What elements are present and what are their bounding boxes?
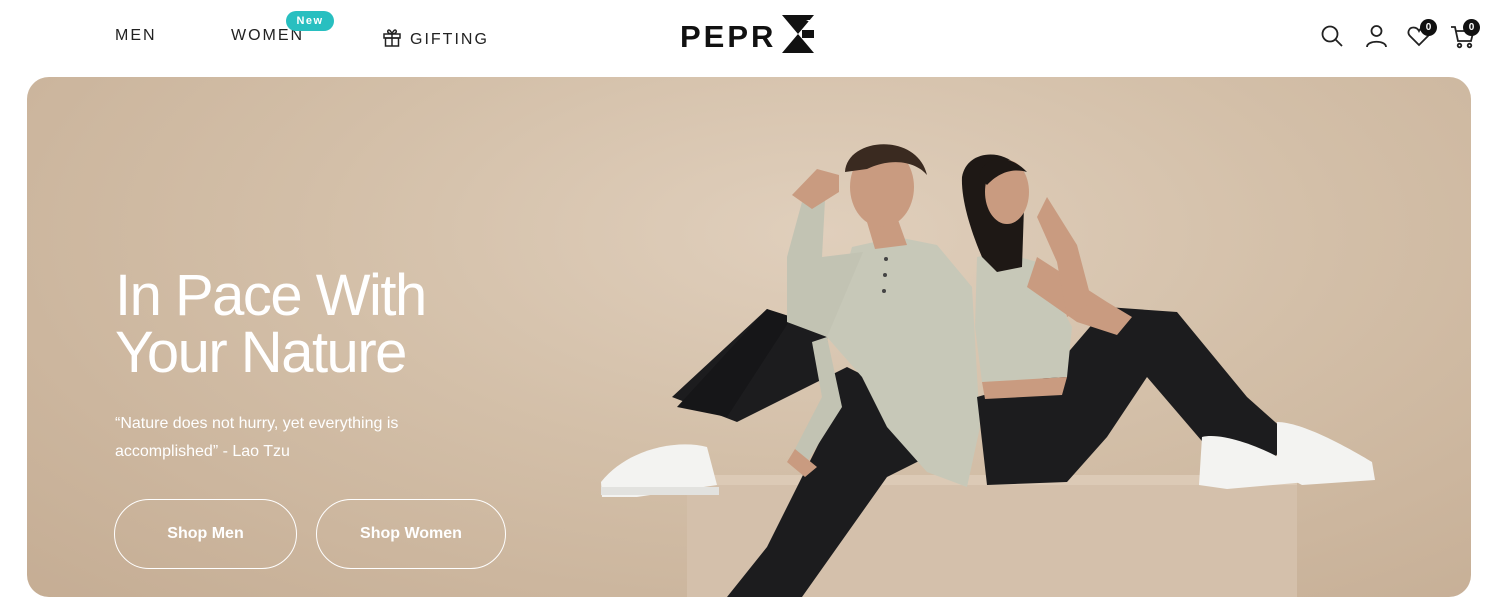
site-header: MEN WOMEN New GIFTING PEPR 0 0 (0, 0, 1500, 76)
wishlist-button[interactable]: 0 (1407, 19, 1437, 52)
pepr-logo-mark (780, 14, 816, 59)
new-badge: New (286, 11, 334, 31)
hero-quote: “Nature does not hurry, yet everything i… (115, 415, 399, 460)
gift-icon (382, 27, 402, 52)
nav-gifting[interactable]: GIFTING (382, 27, 489, 52)
user-icon[interactable] (1365, 24, 1388, 53)
shop-men-button[interactable]: Shop Men (114, 499, 297, 569)
hero-title: In Pace With Your Nature (115, 263, 427, 385)
logo-text: PEPR (680, 18, 777, 54)
hero-banner: In Pace With Your Nature “Nature does no… (27, 77, 1471, 597)
cart-count: 0 (1463, 19, 1480, 36)
nav-men[interactable]: MEN (115, 27, 157, 45)
cart-icon (1450, 26, 1475, 53)
search-icon[interactable] (1320, 24, 1344, 53)
nav-gifting-label: GIFTING (410, 30, 489, 48)
wishlist-count: 0 (1420, 19, 1437, 36)
cart-button[interactable]: 0 (1450, 19, 1480, 54)
shop-women-button[interactable]: Shop Women (316, 499, 506, 569)
logo[interactable]: PEPR (680, 14, 816, 59)
heart-icon (1407, 26, 1431, 51)
